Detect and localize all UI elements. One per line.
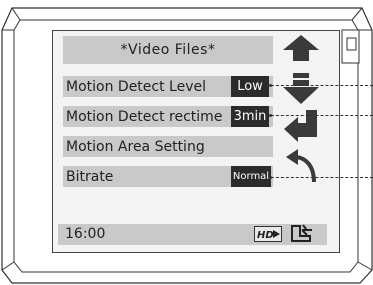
status-bar: 16:00 HD (58, 224, 327, 245)
callout-line-bitrate (271, 177, 373, 178)
menu-title: *Video Files* (63, 36, 273, 64)
callout-line-motion-detect-level (271, 85, 373, 86)
back-icon[interactable] (284, 148, 320, 184)
menu-item-label: Motion Detect Level (66, 78, 206, 95)
menu-item-motion-area-setting[interactable]: Motion Area Setting (63, 136, 273, 157)
lcd-screen: *Video Files* Motion Detect Level Low Mo… (52, 30, 340, 253)
callout-dot (269, 176, 272, 179)
clock: 16:00 (65, 226, 106, 242)
motion-detect-rectime-value: 3min (231, 106, 269, 127)
bitrate-value: Normal (231, 166, 271, 187)
callout-line-motion-detect-rectime (271, 115, 373, 116)
menu-item-label: Motion Detect rectime (66, 108, 223, 125)
svg-text:HD: HD (257, 230, 274, 241)
menu-item-label: Motion Area Setting (66, 138, 205, 155)
arrow-up-icon[interactable] (282, 34, 320, 62)
motion-detect-level-value: Low (231, 76, 269, 97)
callout-dot (269, 114, 272, 117)
power-plug-icon (291, 224, 312, 242)
arrow-down-icon[interactable] (282, 73, 320, 105)
menu-item-label: Bitrate (66, 168, 114, 185)
callout-dot (269, 84, 272, 87)
hd-recording-icon: HD (254, 226, 282, 242)
